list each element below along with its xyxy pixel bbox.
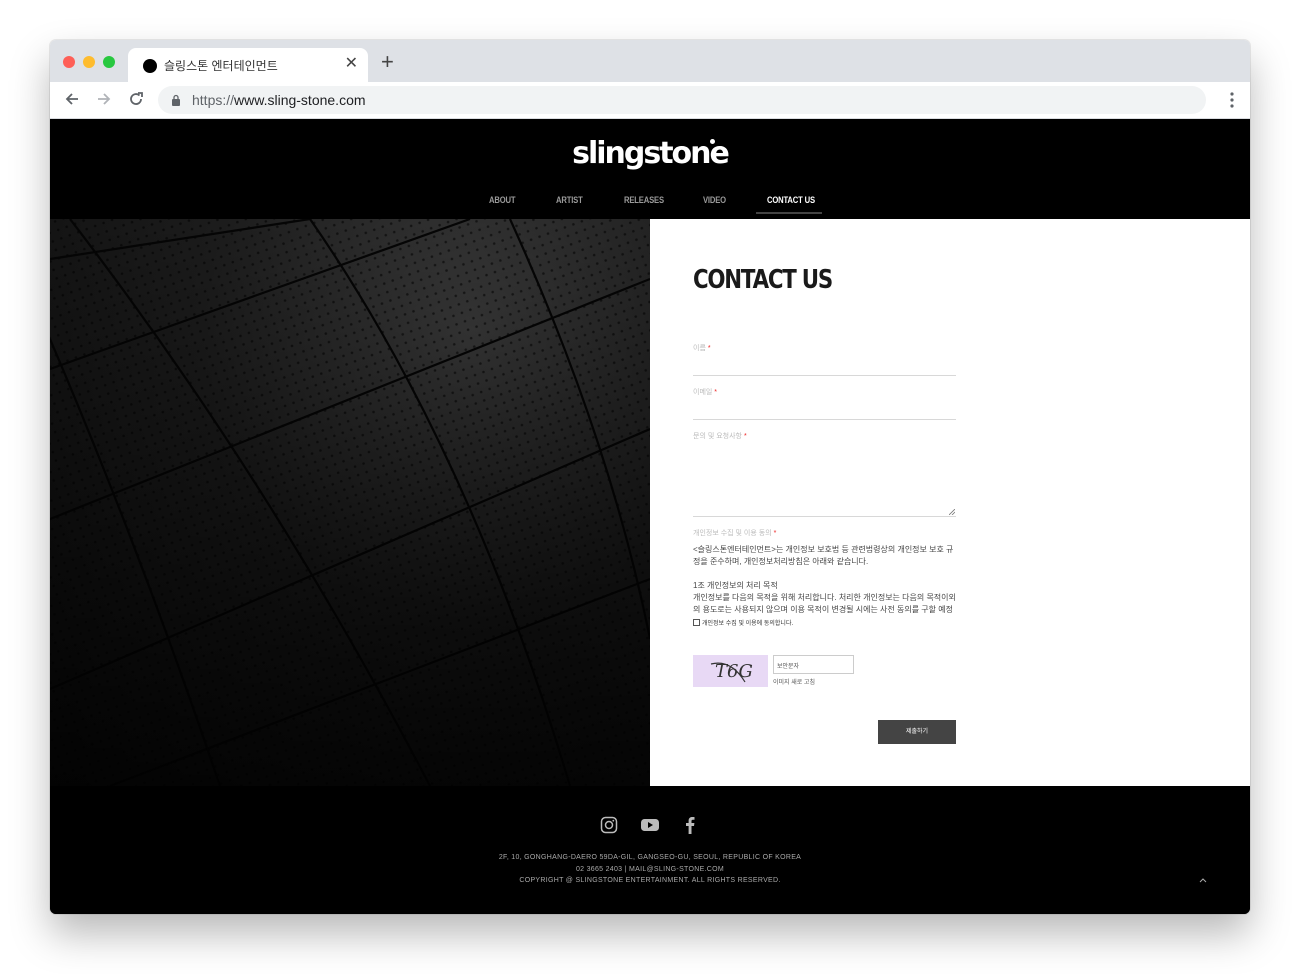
browser-tab[interactable]: 슬링스톤 엔터테인먼트 ✕ bbox=[128, 48, 368, 82]
message-label: 문의 및 요청사항 * bbox=[693, 433, 747, 440]
name-label: 이름 * bbox=[693, 345, 711, 352]
lock-icon bbox=[172, 94, 180, 106]
privacy-policy-text[interactable]: <슬링스톤엔터테인먼트>는 개인정보 보호법 등 관련법령상의 개인정보 보호 … bbox=[693, 544, 956, 614]
hero-image bbox=[50, 219, 650, 786]
forward-arrow-icon[interactable] bbox=[94, 89, 114, 109]
youtube-icon[interactable] bbox=[640, 816, 660, 834]
url-text: https://www.sling-stone.com bbox=[192, 92, 366, 108]
favicon-icon bbox=[143, 59, 157, 73]
nav-contact-us[interactable]: CONTACT US bbox=[767, 195, 815, 205]
site-footer: 2F, 10, GONGHANG-DAERO 59DA-GIL, GANGSEO… bbox=[50, 786, 1250, 914]
chevron-up-icon[interactable] bbox=[1199, 877, 1207, 883]
privacy-text-heading: 1조 개인정보의 처리 목적 bbox=[693, 581, 778, 590]
message-textarea[interactable]: 문의 및 요청사항 * bbox=[693, 431, 956, 517]
agree-label: 개인정보 수집 및 이용에 동의합니다. bbox=[702, 621, 794, 627]
nav-releases[interactable]: RELEASES bbox=[624, 195, 664, 205]
more-vert-icon[interactable] bbox=[1230, 92, 1234, 108]
back-arrow-icon[interactable] bbox=[62, 89, 82, 109]
email-field[interactable]: 이메일 * bbox=[693, 387, 956, 420]
site-logo[interactable]: slingstone bbox=[50, 136, 1250, 171]
minimize-window-button[interactable] bbox=[83, 56, 95, 68]
logo-dot bbox=[710, 139, 715, 144]
privacy-label: 개인정보 수집 및 이용 동의 * bbox=[693, 530, 777, 537]
nav-active-underline bbox=[756, 212, 822, 214]
name-field[interactable]: 이름 * bbox=[693, 343, 956, 376]
tab-bar: 슬링스톤 엔터테인먼트 ✕ + bbox=[50, 40, 1250, 82]
nav-artist[interactable]: ARTIST bbox=[556, 195, 583, 205]
submit-button[interactable]: 제출하기 bbox=[878, 720, 956, 744]
agree-checkbox[interactable] bbox=[693, 619, 700, 626]
main-nav: ABOUT ARTIST RELEASES VIDEO CONTACT US bbox=[50, 195, 1250, 219]
site-header: slingstone ABOUT ARTIST RELEASES VIDEO C… bbox=[50, 119, 1250, 219]
instagram-icon[interactable] bbox=[600, 816, 618, 834]
resize-handle-icon[interactable] bbox=[949, 509, 955, 515]
address-bar-row: https://www.sling-stone.com bbox=[50, 82, 1250, 119]
footer-copyright: COPYRIGHT @ SLINGSTONE ENTERTAINMENT. AL… bbox=[519, 877, 781, 884]
privacy-text-intro: <슬링스톤엔터테인먼트>는 개인정보 보호법 등 관련법령상의 개인정보 보호 … bbox=[693, 545, 954, 566]
nav-video[interactable]: VIDEO bbox=[703, 195, 726, 205]
browser-window: 슬링스톤 엔터테인먼트 ✕ + https://www.sling-stone.… bbox=[50, 40, 1250, 914]
tab-close-icon[interactable]: ✕ bbox=[345, 55, 358, 73]
privacy-text-body: 개인정보를 다음의 목적을 위해 처리합니다. 처리한 개인정보는 다음의 목적… bbox=[693, 593, 956, 614]
footer-contact: 02 3665 2403 | MAIL@SLING-STONE.COM bbox=[575, 866, 725, 873]
url-input[interactable]: https://www.sling-stone.com bbox=[158, 86, 1206, 114]
maximize-window-button[interactable] bbox=[103, 56, 115, 68]
email-label: 이메일 * bbox=[693, 389, 718, 396]
captcha-refresh-link[interactable]: 이미지 새로 고침 bbox=[773, 677, 815, 686]
tab-title: 슬링스톤 엔터테인먼트 bbox=[164, 59, 278, 73]
web-page: slingstone ABOUT ARTIST RELEASES VIDEO C… bbox=[50, 119, 1250, 914]
facebook-icon[interactable] bbox=[684, 816, 696, 834]
captcha-text: T6G bbox=[715, 661, 753, 682]
contact-form-panel: CONTACT US 이름 * 이메일 * 문의 및 요청사항 * 개인정보 수… bbox=[650, 219, 1250, 786]
footer-address: 2F, 10, GONGHANG-DAERO 59DA-GIL, GANGSEO… bbox=[498, 854, 802, 861]
agree-checkbox-row[interactable]: 개인정보 수집 및 이용에 동의합니다. bbox=[693, 618, 793, 627]
close-window-button[interactable] bbox=[63, 56, 75, 68]
new-tab-button[interactable]: + bbox=[381, 51, 394, 73]
captcha-image: T6G bbox=[693, 655, 768, 687]
nav-about[interactable]: ABOUT bbox=[489, 195, 516, 205]
captcha-input[interactable]: 보안문자 bbox=[773, 655, 854, 674]
reload-icon[interactable] bbox=[126, 89, 146, 109]
page-title: CONTACT US bbox=[693, 265, 833, 295]
perforated-panel-graphic bbox=[50, 219, 650, 786]
